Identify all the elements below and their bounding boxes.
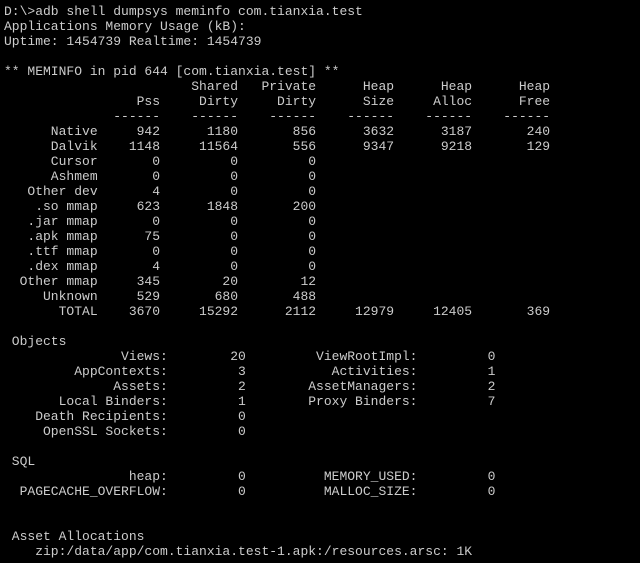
terminal-output: D:\>adb shell dumpsys meminfo com.tianxi… (0, 0, 640, 563)
